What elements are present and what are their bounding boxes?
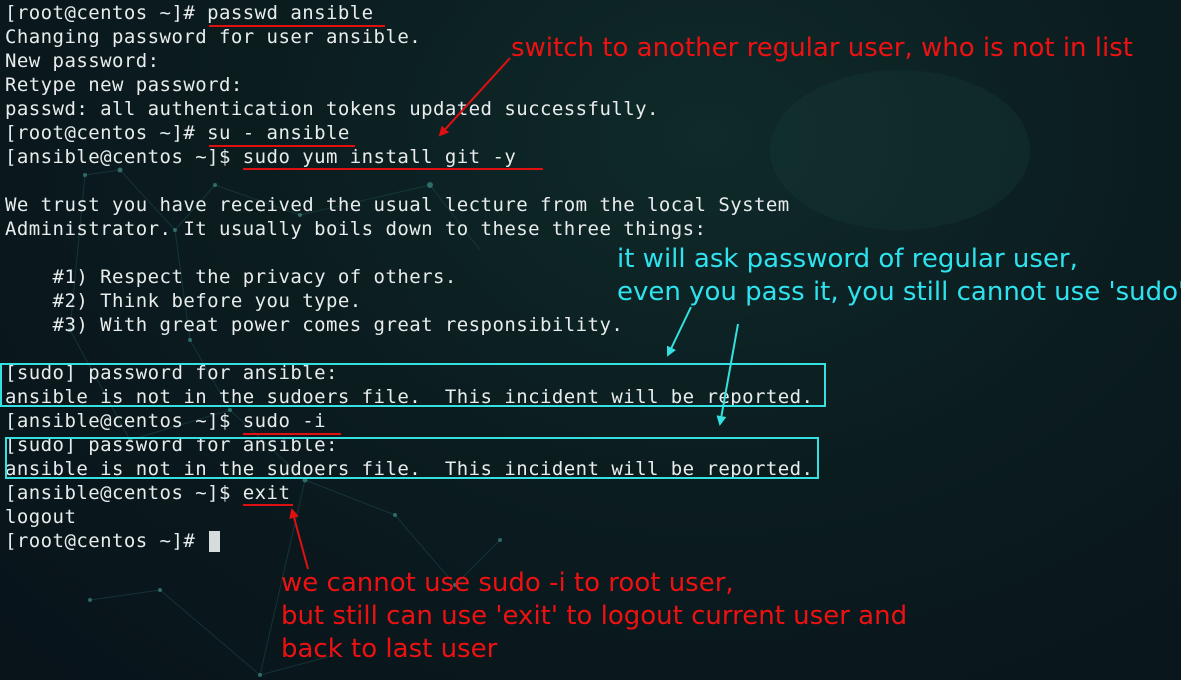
underline-passwd-command bbox=[209, 25, 385, 27]
terminal-line-lecture: #3) With great power comes great respons… bbox=[5, 314, 624, 336]
terminal-line-lecture: We trust you have received the usual lec… bbox=[5, 194, 790, 216]
terminal-line-lecture: #1) Respect the privacy of others. bbox=[5, 266, 457, 288]
terminal-line-command-sudo-i: [ansible@centos ~]$ sudo -i bbox=[5, 410, 327, 432]
terminal-line-output: Retype new password: bbox=[5, 74, 243, 96]
terminal-line-output: logout bbox=[5, 506, 77, 528]
annotation-exit-line3: back to last user bbox=[281, 634, 498, 664]
terminal-line-lecture: Administrator. It usually boils down to … bbox=[5, 218, 707, 240]
terminal-line-command-sudo-yum: [ansible@centos ~]$ sudo yum install git… bbox=[5, 146, 517, 168]
annotation-ask-password-line1: it will ask password of regular user, bbox=[617, 244, 1078, 274]
underline-sudo-i-command bbox=[243, 433, 341, 435]
terminal-line-output: Changing password for user ansible. bbox=[5, 26, 422, 48]
underline-exit-command bbox=[243, 504, 293, 506]
annotation-ask-password-line2: even you pass it, you still cannot use '… bbox=[617, 277, 1181, 307]
terminal-line-prompt: [root@centos ~]# bbox=[5, 530, 208, 552]
underline-su-command bbox=[209, 145, 355, 147]
highlight-box-sudo-error bbox=[0, 363, 826, 407]
annotation-exit-line2: but still can use 'exit' to logout curre… bbox=[281, 601, 908, 631]
annotation-switch-user: switch to another regular user, who is n… bbox=[511, 33, 1133, 63]
terminal-line-command-su: [root@centos ~]# su - ansible bbox=[5, 122, 350, 144]
terminal-line-command-passwd: [root@centos ~]# passwd ansible bbox=[5, 2, 374, 24]
terminal-line-command-exit: [ansible@centos ~]$ exit bbox=[5, 482, 291, 504]
terminal-window[interactable]: [root@centos ~]# passwd ansible Changing… bbox=[0, 0, 1181, 680]
terminal-line-output: New password: bbox=[5, 50, 160, 72]
terminal-line-lecture: #2) Think before you type. bbox=[5, 290, 362, 312]
annotation-exit-line1: we cannot use sudo -i to root user, bbox=[281, 568, 734, 598]
highlight-box-sudo-i-error bbox=[5, 437, 819, 479]
underline-sudo-yum-command bbox=[243, 168, 543, 170]
terminal-line-output: passwd: all authentication tokens update… bbox=[5, 98, 659, 120]
terminal-cursor bbox=[209, 531, 220, 552]
